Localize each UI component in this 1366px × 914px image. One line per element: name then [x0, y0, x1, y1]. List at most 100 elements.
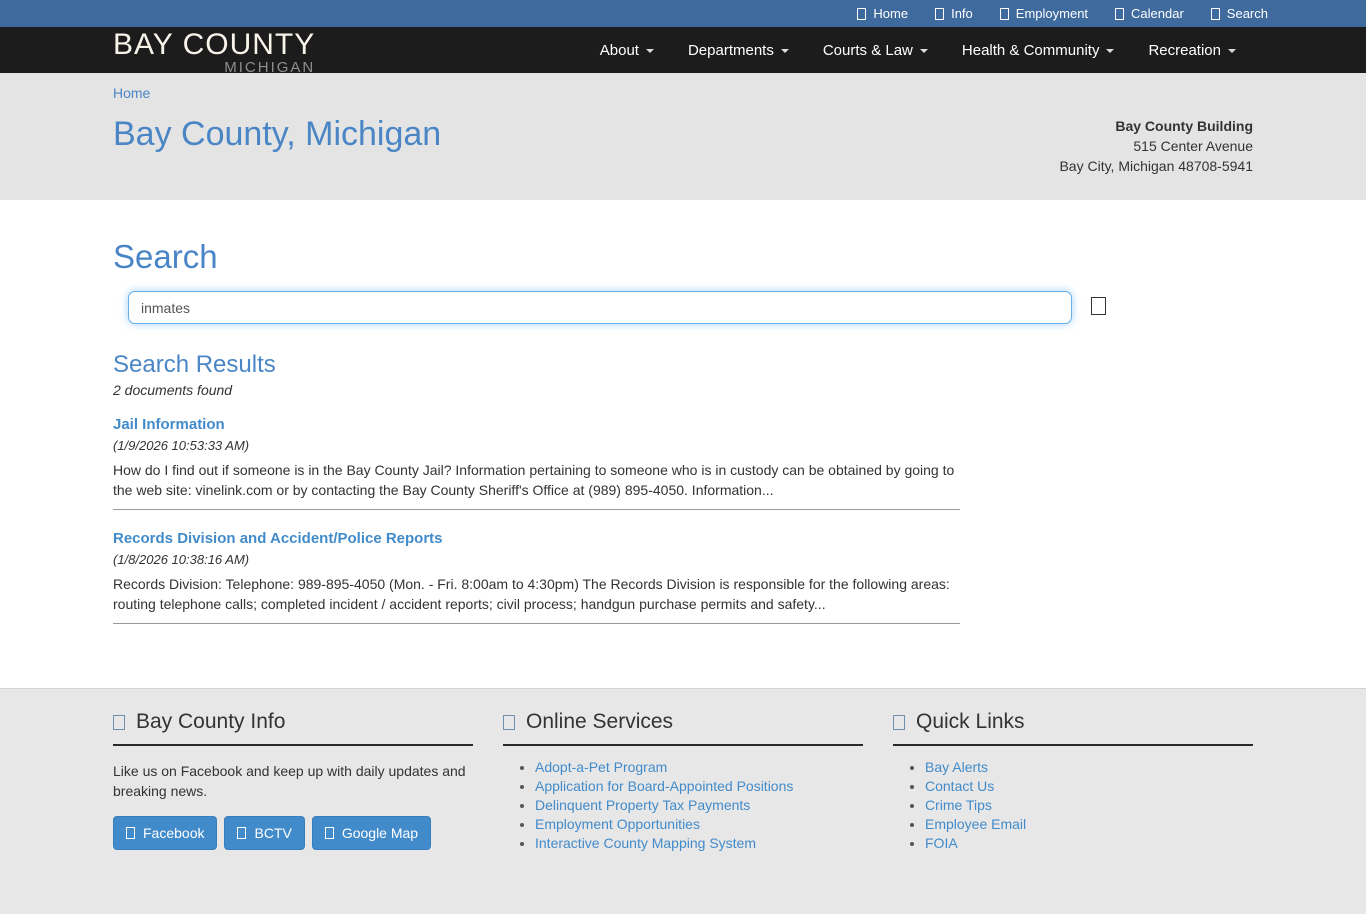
link-crime-tips[interactable]: Crime Tips	[925, 797, 992, 813]
result-snippet: How do I find out if someone is in the B…	[113, 460, 960, 500]
topbar-link-search-label: Search	[1227, 6, 1268, 21]
main-content: Search Search Results 2 documents found …	[113, 238, 1253, 624]
info-icon	[935, 8, 944, 20]
footer-heading-online-services: Online Services	[503, 710, 863, 746]
facebook-icon	[126, 827, 135, 839]
search-submit-icon	[1091, 297, 1106, 315]
site-logo[interactable]: BAY COUNTY MICHIGAN	[113, 27, 315, 75]
quick-links-section-icon	[893, 715, 905, 730]
link-mapping-system[interactable]: Interactive County Mapping System	[535, 835, 756, 851]
topbar-link-search[interactable]: Search	[1211, 6, 1268, 21]
brand-name: BAY COUNTY	[113, 30, 315, 60]
result-timestamp: (1/8/2026 10:38:16 AM)	[113, 552, 960, 567]
chevron-down-icon	[1106, 49, 1114, 53]
list-item: Adopt-a-Pet Program	[535, 759, 863, 775]
link-board-positions[interactable]: Application for Board-Appointed Position…	[535, 778, 793, 794]
bctv-button-label: BCTV	[254, 825, 291, 841]
address-street: 515 Center Avenue	[1059, 136, 1253, 156]
result-title-link[interactable]: Jail Information	[113, 416, 225, 433]
employment-icon	[1000, 8, 1009, 20]
online-services-list: Adopt-a-Pet Program Application for Boar…	[503, 759, 863, 851]
list-item: Application for Board-Appointed Position…	[535, 778, 863, 794]
google-map-button[interactable]: Google Map	[312, 816, 431, 850]
result-timestamp: (1/9/2026 10:53:33 AM)	[113, 438, 960, 453]
brand-subtitle: MICHIGAN	[113, 60, 315, 75]
breadcrumb-home-link[interactable]: Home	[113, 85, 150, 101]
topbar-link-home[interactable]: Home	[857, 6, 908, 21]
chevron-down-icon	[920, 49, 928, 53]
footer-col-quick-links: Quick Links Bay Alerts Contact Us Crime …	[893, 701, 1253, 854]
list-item: Contact Us	[925, 778, 1253, 794]
list-item: Interactive County Mapping System	[535, 835, 863, 851]
calendar-icon	[1115, 8, 1124, 20]
result-snippet: Records Division: Telephone: 989-895-405…	[113, 574, 960, 614]
home-icon	[857, 8, 866, 20]
link-bay-alerts[interactable]: Bay Alerts	[925, 759, 988, 775]
nav-item-recreation-label: Recreation	[1148, 42, 1221, 59]
nav-item-about[interactable]: About	[583, 27, 671, 73]
list-item: Employment Opportunities	[535, 816, 863, 832]
utility-bar: Home Info Employment Calendar Search	[0, 0, 1366, 27]
chevron-down-icon	[781, 49, 789, 53]
topbar-link-employment[interactable]: Employment	[1000, 6, 1088, 21]
footer-heading-online-services-label: Online Services	[526, 710, 673, 734]
nav-item-about-label: About	[600, 42, 639, 59]
search-submit-button[interactable]	[1091, 297, 1106, 318]
link-tax-payments[interactable]: Delinquent Property Tax Payments	[535, 797, 750, 813]
nav-item-courts-law[interactable]: Courts & Law	[806, 27, 945, 73]
link-foia[interactable]: FOIA	[925, 835, 958, 851]
topbar-link-calendar[interactable]: Calendar	[1115, 6, 1184, 21]
topbar-link-home-label: Home	[873, 6, 908, 21]
search-result: Records Division and Accident/Police Rep…	[113, 524, 960, 624]
link-contact-us[interactable]: Contact Us	[925, 778, 994, 794]
topbar-link-info[interactable]: Info	[935, 6, 973, 21]
search-heading: Search	[113, 238, 1253, 276]
address-building: Bay County Building	[1059, 116, 1253, 136]
footer-heading-quick-links: Quick Links	[893, 710, 1253, 746]
nav-item-departments[interactable]: Departments	[671, 27, 806, 73]
link-adopt-a-pet[interactable]: Adopt-a-Pet Program	[535, 759, 667, 775]
main-menu: About Departments Courts & Law Health & …	[583, 27, 1253, 73]
nav-item-health-community-label: Health & Community	[962, 42, 1100, 59]
link-employee-email[interactable]: Employee Email	[925, 816, 1026, 832]
county-address: Bay County Building 515 Center Avenue Ba…	[1059, 116, 1253, 176]
list-item: Employee Email	[925, 816, 1253, 832]
search-results-heading: Search Results	[113, 351, 1253, 379]
nav-item-health-community[interactable]: Health & Community	[945, 27, 1132, 73]
services-section-icon	[503, 715, 515, 730]
list-item: FOIA	[925, 835, 1253, 851]
chevron-down-icon	[1228, 49, 1236, 53]
result-divider	[113, 623, 960, 624]
search-icon	[1211, 8, 1220, 20]
list-item: Delinquent Property Tax Payments	[535, 797, 863, 813]
result-divider	[113, 509, 960, 510]
facebook-button[interactable]: Facebook	[113, 816, 217, 850]
quick-links-list: Bay Alerts Contact Us Crime Tips Employe…	[893, 759, 1253, 851]
page-title: Bay County, Michigan	[113, 115, 441, 154]
result-title-link[interactable]: Records Division and Accident/Police Rep…	[113, 530, 443, 547]
bctv-button[interactable]: BCTV	[224, 816, 304, 850]
footer-col-bay-county-info: Bay County Info Like us on Facebook and …	[113, 701, 473, 854]
search-result: Jail Information (1/9/2026 10:53:33 AM) …	[113, 410, 960, 510]
breadcrumb: Home	[113, 85, 1253, 103]
google-map-button-label: Google Map	[342, 825, 418, 841]
nav-item-recreation[interactable]: Recreation	[1131, 27, 1253, 73]
page-footer: Bay County Info Like us on Facebook and …	[0, 688, 1366, 914]
nav-item-departments-label: Departments	[688, 42, 774, 59]
address-city: Bay City, Michigan 48708-5941	[1059, 156, 1253, 176]
page-header: Home Bay County, Michigan Bay County Bui…	[0, 73, 1366, 200]
chevron-down-icon	[646, 49, 654, 53]
info-section-icon	[113, 715, 125, 730]
map-marker-icon	[325, 827, 334, 839]
footer-heading-info-label: Bay County Info	[136, 710, 285, 734]
footer-heading-quick-links-label: Quick Links	[916, 710, 1025, 734]
search-input[interactable]	[128, 291, 1072, 324]
footer-info-text: Like us on Facebook and keep up with dai…	[113, 761, 473, 801]
results-count: 2 documents found	[113, 382, 1253, 398]
footer-heading-info: Bay County Info	[113, 710, 473, 746]
main-navbar: BAY COUNTY MICHIGAN About Departments Co…	[0, 27, 1366, 73]
facebook-button-label: Facebook	[143, 825, 204, 841]
list-item: Bay Alerts	[925, 759, 1253, 775]
link-employment-opportunities[interactable]: Employment Opportunities	[535, 816, 700, 832]
topbar-link-info-label: Info	[951, 6, 973, 21]
